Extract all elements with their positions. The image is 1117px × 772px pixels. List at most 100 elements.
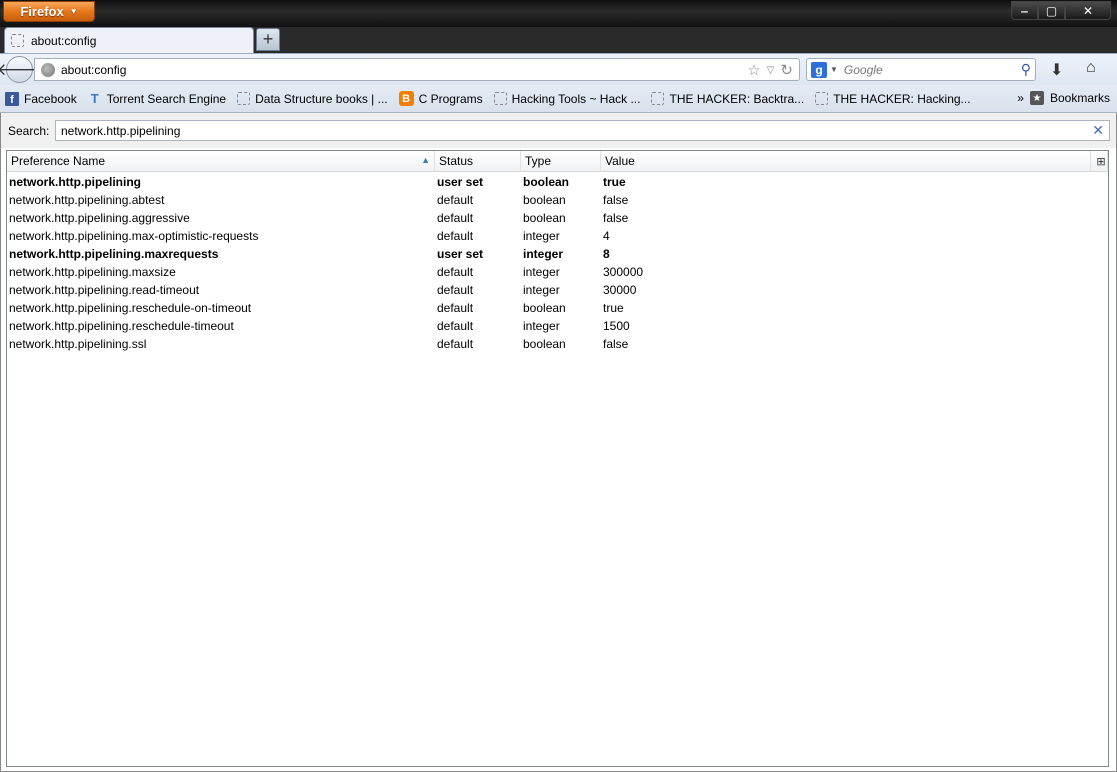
clear-search-icon[interactable]: ✕ — [1092, 122, 1104, 139]
blogger-icon: B — [398, 91, 414, 106]
pref-value-cell: 4 — [603, 229, 610, 243]
bookmarks-overflow-button[interactable]: » — [1017, 91, 1024, 105]
pref-name-cell: network.http.pipelining.ssl — [9, 337, 147, 351]
pref-status-cell: default — [437, 301, 474, 315]
table-row[interactable]: network.http.pipelining.ssl default boolea… — [7, 335, 1108, 353]
google-icon[interactable]: g — [811, 61, 827, 78]
new-tab-button[interactable]: + — [256, 28, 280, 51]
about-config-page: Search: network.http.pipelining ✕ Prefer… — [0, 113, 1117, 772]
pref-value-cell: false — [603, 193, 629, 207]
config-search-input[interactable]: network.http.pipelining ✕ — [55, 120, 1110, 141]
column-header-status[interactable]: Status — [435, 151, 521, 171]
column-header-value[interactable]: Value — [601, 151, 1091, 171]
table-row[interactable]: network.http.pipelining.maxrequests user … — [7, 245, 1108, 263]
pref-type-cell: boolean — [523, 337, 566, 351]
pref-name-cell: network.http.pipelining.aggressive — [9, 211, 190, 225]
pref-type-cell: boolean — [523, 175, 570, 189]
reload-icon[interactable]: ↻ — [780, 61, 793, 79]
pref-value-cell: 30000 — [603, 283, 637, 297]
bookmarks-right: » ★ Bookmarks — [1017, 91, 1110, 105]
pref-type-cell: integer — [523, 265, 560, 279]
table-row[interactable]: network.http.pipelining.aggressive defaul… — [7, 209, 1108, 227]
pref-status-cell: default — [437, 265, 474, 279]
tab-about-config[interactable]: about:config — [4, 27, 254, 53]
firefox-menu-button[interactable]: Firefox ▼ — [3, 1, 95, 22]
url-bar[interactable]: about:config ☆ ▽ ↻ — [34, 58, 800, 81]
pref-name-cell: network.http.pipelining.max-optimistic-r… — [9, 229, 259, 243]
pref-name-cell: network.http.pipelining.read-timeout — [9, 283, 200, 297]
bookmark-facebook[interactable]: f Facebook — [5, 91, 77, 106]
column-header-type[interactable]: Type — [521, 151, 601, 171]
pref-status-cell: default — [437, 337, 474, 351]
pref-value-cell: false — [603, 337, 629, 351]
pref-value-cell: 1500 — [603, 319, 630, 333]
column-label: Type — [525, 154, 552, 168]
page-icon — [11, 34, 24, 47]
pref-status-cell: default — [437, 193, 474, 207]
pref-value-cell: true — [603, 175, 626, 189]
pref-name-cell: network.http.pipelining.abtest — [9, 193, 165, 207]
bookmark-star-icon[interactable]: ☆ — [747, 61, 760, 79]
table-row[interactable]: network.http.pipelining.reschedule-timeo… — [7, 317, 1108, 335]
bookmarks-menu-button[interactable]: Bookmarks — [1050, 91, 1110, 105]
pref-name-cell: network.http.pipelining.reschedule-on-ti… — [9, 301, 252, 315]
pref-status-cell: default — [437, 229, 474, 243]
pref-name-cell: network.http.pipelining.maxrequests — [9, 247, 219, 261]
column-header-preference-name[interactable]: Preference Name ▲ — [7, 151, 435, 171]
back-button[interactable]: 🡐 — [0, 56, 42, 83]
pref-name-cell: network.http.pipelining.reschedule-timeo… — [9, 319, 234, 333]
column-label: Preference Name — [11, 154, 106, 168]
bookmark-c-programs[interactable]: B C Programs — [398, 91, 483, 106]
bookmark-label: THE HACKER: Hacking... — [833, 91, 971, 106]
navigation-toolbar: 🡐 about:config ☆ ▽ ↻ g ▼ Google ⚲ ⬇ ⌂ — [0, 53, 1117, 85]
page-icon — [815, 92, 829, 105]
pref-name-cell: network.http.pipelining — [9, 175, 141, 189]
pref-type-cell: integer — [523, 229, 560, 243]
history-dropdown-icon[interactable]: ▽ — [767, 65, 775, 76]
page-icon — [237, 92, 251, 105]
tab-strip: about:config + — [0, 27, 1117, 53]
search-placeholder: Google — [843, 62, 883, 77]
home-icon[interactable]: ⌂ — [1086, 59, 1096, 77]
search-icon[interactable]: ⚲ — [1021, 61, 1031, 78]
config-search-row: Search: network.http.pipelining ✕ — [1, 113, 1116, 148]
table-row[interactable]: network.http.pipelining.read-timeout defa… — [7, 281, 1108, 299]
url-text: about:config — [61, 62, 127, 77]
search-engine-caret-icon[interactable]: ▼ — [830, 65, 838, 74]
maximize-button[interactable]: ▢ — [1038, 1, 1065, 20]
page-icon — [493, 92, 507, 105]
preferences-tree[interactable]: Preference Name ▲ Status Type Value ⊞ ne… — [6, 150, 1109, 767]
bookmarks-toolbar: f Facebook T Torrent Search Engine Data … — [0, 85, 1117, 113]
column-label: Status — [439, 154, 474, 168]
bookmarks-star-icon: ★ — [1029, 91, 1044, 105]
config-search-label: Search: — [8, 124, 50, 138]
pref-type-cell: boolean — [523, 193, 566, 207]
table-row[interactable]: network.http.pipelining user set boolean tr… — [7, 173, 1108, 191]
page-icon — [651, 92, 665, 105]
bookmark-data-structure[interactable]: Data Structure books | ... — [237, 92, 388, 106]
downloads-icon[interactable]: ⬇ — [1050, 60, 1063, 80]
sort-ascending-icon: ▲ — [421, 155, 430, 165]
minimize-button[interactable]: ‒ — [1011, 1, 1038, 20]
bookmark-torrent-search[interactable]: T Torrent Search Engine — [88, 91, 226, 106]
facebook-icon: f — [5, 91, 19, 106]
pref-value-cell: 300000 — [603, 265, 644, 279]
bookmark-hacker-backtrack[interactable]: THE HACKER: Backtra... — [651, 92, 804, 106]
table-row[interactable]: network.http.pipelining.max-optimistic-r… — [7, 227, 1108, 245]
pref-status-cell: default — [437, 211, 474, 225]
bookmark-label: Hacking Tools ~ Hack ... — [511, 91, 641, 106]
config-search-value: network.http.pipelining — [61, 123, 181, 138]
bookmark-hacker-hacking[interactable]: THE HACKER: Hacking... — [815, 91, 971, 106]
bookmark-label: C Programs — [418, 91, 483, 106]
close-window-button[interactable]: ✕ — [1065, 1, 1111, 20]
search-bar[interactable]: g ▼ Google ⚲ — [806, 58, 1036, 81]
bookmark-hacking-tools[interactable]: Hacking Tools ~ Hack ... — [493, 91, 641, 106]
pref-value-cell: false — [603, 211, 629, 225]
bookmark-label: Facebook — [24, 91, 77, 106]
column-picker-icon[interactable]: ⊞ — [1091, 151, 1108, 171]
table-row[interactable]: network.http.pipelining.abtest default boo… — [7, 191, 1108, 209]
bookmark-label: THE HACKER: Backtra... — [669, 91, 805, 106]
table-row[interactable]: network.http.pipelining.maxsize default in… — [7, 263, 1108, 281]
table-row[interactable]: network.http.pipelining.reschedule-on-ti… — [7, 299, 1108, 317]
pref-type-cell: integer — [523, 247, 564, 261]
